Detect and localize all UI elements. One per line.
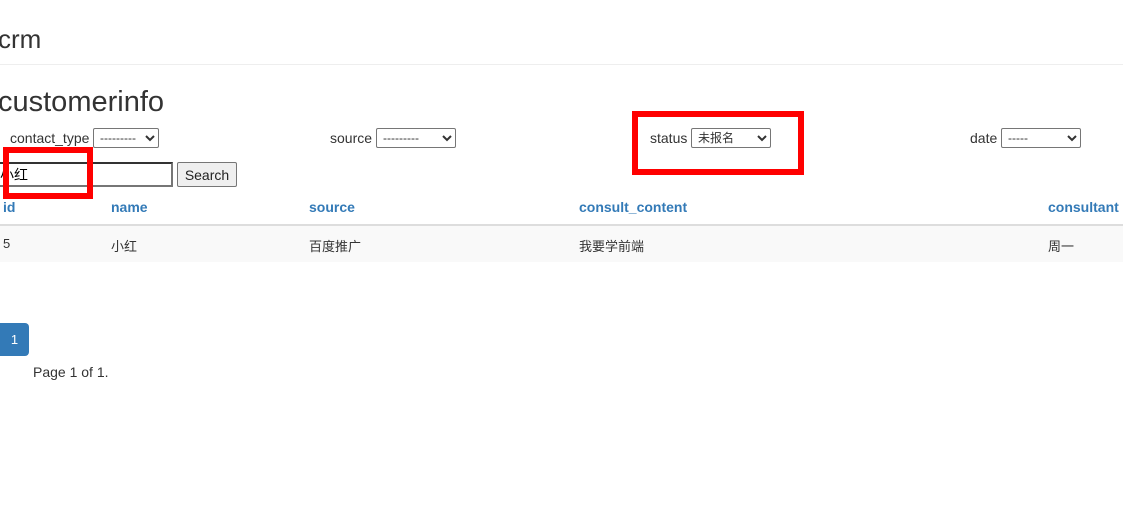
column-header-consult-content[interactable]: consult_content bbox=[579, 199, 687, 215]
filter-label-date: date bbox=[970, 130, 998, 146]
filter-date-select[interactable]: ----- bbox=[1001, 128, 1081, 148]
page-title: customerinfo bbox=[0, 86, 165, 118]
table-row bbox=[0, 226, 1123, 262]
filter-source-select[interactable]: --------- bbox=[376, 128, 456, 148]
cell-source: 百度推广 bbox=[309, 239, 362, 254]
filter-label-contact-type: contact_type bbox=[10, 130, 90, 146]
cell-consultant: 周一 bbox=[1048, 239, 1075, 254]
column-header-consultant[interactable]: consultant bbox=[1048, 199, 1119, 215]
header-divider bbox=[0, 64, 1123, 65]
brand-link[interactable]: crm bbox=[0, 24, 41, 55]
cell-name: 小红 bbox=[111, 239, 138, 254]
column-header-name[interactable]: name bbox=[111, 199, 148, 215]
cell-consult-content: 我要学前端 bbox=[579, 239, 645, 254]
pagination-info: Page 1 of 1. bbox=[33, 364, 109, 380]
column-header-id[interactable]: id bbox=[3, 199, 15, 215]
annotation-box-search bbox=[3, 147, 93, 199]
search-button[interactable]: Search bbox=[177, 162, 237, 187]
filter-contact-type-select[interactable]: --------- bbox=[93, 128, 159, 148]
annotation-box-status bbox=[632, 111, 804, 175]
filter-label-source: source bbox=[330, 130, 373, 146]
column-header-source[interactable]: source bbox=[309, 199, 355, 215]
pagination-page-1[interactable]: 1 bbox=[0, 323, 29, 356]
cell-id: 5 bbox=[3, 236, 11, 251]
